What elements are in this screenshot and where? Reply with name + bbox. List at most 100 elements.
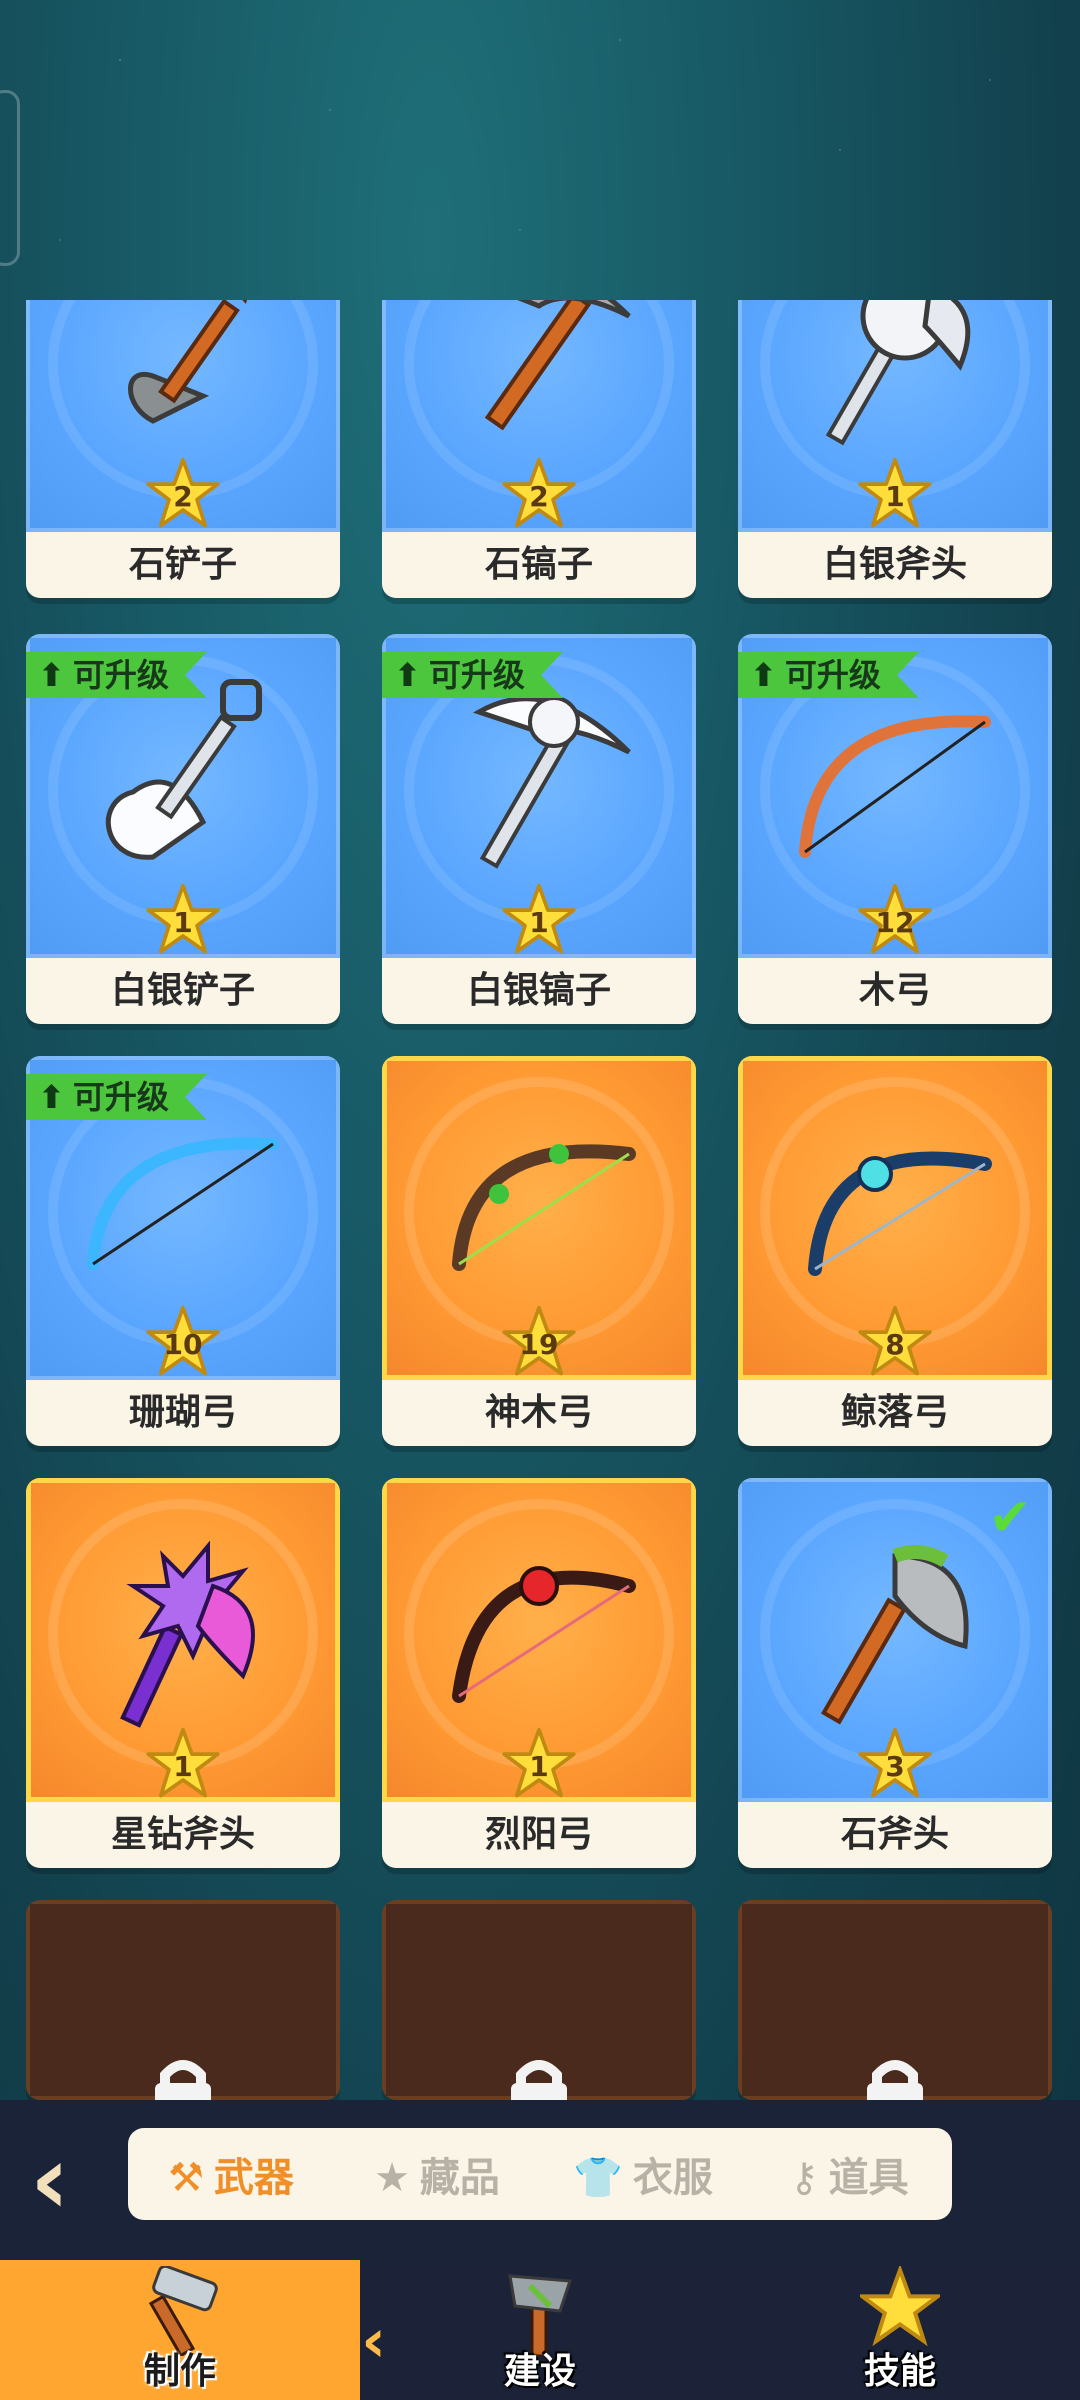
lock-icon [147, 2055, 219, 2100]
locked-item-card[interactable] [26, 1900, 340, 2100]
lock-icon [503, 2055, 575, 2100]
level-star-icon: 19 [501, 1304, 577, 1378]
stone-axe-icon [785, 1516, 1005, 1740]
item-card[interactable]: 1 白银斧头 [738, 300, 1052, 598]
category-tab[interactable]: 👕 衣服 [540, 2145, 746, 2203]
item-name: 星钻斧头 [26, 1802, 340, 1868]
up-arrow-icon: ⬆ [38, 656, 65, 694]
item-card-art: 1 [738, 300, 1052, 532]
back-chevron-icon[interactable]: ‹ [30, 2130, 110, 2230]
item-level: 10 [163, 1328, 203, 1361]
level-star-icon: 3 [857, 1726, 933, 1800]
side-drawer-handle[interactable] [0, 90, 20, 266]
item-card-art: 1 ⬆ 可升级 [26, 634, 340, 958]
item-name: 珊瑚弓 [26, 1380, 340, 1446]
level-star-icon: 1 [501, 1726, 577, 1800]
level-star-icon: 1 [857, 456, 933, 530]
category-tab[interactable]: ⚒ 武器 [128, 2145, 334, 2203]
stone-shovel-icon [83, 300, 283, 460]
nav-label: 制作 [143, 2351, 216, 2392]
upgrade-label: 可升级 [72, 1078, 169, 1116]
stone-pickaxe-icon [429, 300, 649, 470]
item-level: 19 [519, 1328, 559, 1361]
category-label: 衣服 [632, 2155, 713, 2201]
item-level: 2 [529, 480, 549, 513]
level-star-icon: 1 [145, 1726, 221, 1800]
item-card-art: 19 [382, 1056, 696, 1380]
star-icon [856, 2264, 944, 2350]
item-card[interactable]: 1 ⬆ 可升级 白银铲子 [26, 634, 340, 1024]
up-arrow-icon: ⬆ [750, 656, 777, 694]
item-card-art [382, 1900, 696, 2100]
locked-item-card[interactable] [738, 1900, 1052, 2100]
item-card[interactable]: 19 神木弓 [382, 1056, 696, 1446]
divine-wood-bow-icon [429, 1104, 649, 1308]
item-card[interactable]: 2 石铲子 [26, 300, 340, 598]
item-card-art: 1 [26, 1478, 340, 1802]
item-level: 1 [529, 1750, 549, 1783]
item-level: 3 [885, 1750, 905, 1783]
nav-label: 技能 [863, 2351, 936, 2392]
item-name: 鲸落弓 [738, 1380, 1052, 1446]
item-card-art: 2 [26, 300, 340, 532]
shirt-icon: 👕 [573, 2155, 623, 2201]
nav-label: 建设 [503, 2351, 576, 2392]
item-card-art: 1 ⬆ 可升级 [382, 634, 696, 958]
item-card-art [26, 1900, 340, 2100]
category-label: 藏品 [419, 2155, 500, 2201]
item-card[interactable]: 10 ⬆ 可升级珊瑚弓 [26, 1056, 340, 1446]
category-tab[interactable]: ⚷ 道具 [746, 2145, 952, 2203]
item-card-art: 1 [382, 1478, 696, 1802]
level-star-icon: 1 [501, 882, 577, 956]
wood-bow-icon [785, 682, 1005, 886]
nav-item[interactable]: 制作 ‹ [0, 2260, 386, 2400]
item-level: 12 [875, 906, 915, 939]
level-star-icon: 12 [857, 882, 933, 956]
item-name: 石斧头 [738, 1802, 1052, 1868]
item-name: 石铲子 [26, 532, 340, 598]
nav-item[interactable]: 建设 [360, 2260, 720, 2400]
category-area: ‹ ⚒ 武器 ★ 藏品 👕 衣服 ⚷ 道具 [0, 2100, 1080, 2260]
item-name: 白银镐子 [382, 958, 696, 1024]
item-level: 8 [885, 1328, 905, 1361]
key-icon: ⚷ [789, 2155, 819, 2201]
silver-pickaxe-icon [429, 672, 649, 896]
upgrade-label: 可升级 [72, 656, 169, 694]
item-name: 白银铲子 [26, 958, 340, 1024]
category-label: 道具 [828, 2155, 909, 2201]
locked-item-card[interactable] [382, 1900, 696, 2100]
coral-bow-icon [73, 1104, 293, 1308]
item-card-art [738, 1900, 1052, 2100]
item-card-art: 10 ⬆ 可升级 [26, 1056, 340, 1380]
item-card[interactable]: 1 烈阳弓 [382, 1478, 696, 1868]
item-grid[interactable]: 2 石铲子 2 石镐子 1 白银斧头 1 ⬆ 可升级 白银铲子 1 ⬆ 可升级 白银镐子 12 ⬆ 可升级 木弓 1… [0, 300, 1080, 2100]
item-name: 木弓 [738, 958, 1052, 1024]
upgrade-badge: ⬆ 可升级 [382, 652, 563, 698]
item-card-art: 12 ⬆ 可升级 [738, 634, 1052, 958]
item-level: 2 [173, 480, 193, 513]
nav-item[interactable]: 技能 [720, 2260, 1080, 2400]
category-tab[interactable]: ★ 藏品 [334, 2145, 540, 2203]
item-card[interactable]: 12 ⬆ 可升级木弓 [738, 634, 1052, 1024]
item-card[interactable]: 1 星钻斧头 [26, 1478, 340, 1868]
upgrade-badge: ⬆ 可升级 [738, 652, 919, 698]
item-card[interactable]: 8 鲸落弓 [738, 1056, 1052, 1446]
item-card[interactable]: 1 ⬆ 可升级白银镐子 [382, 634, 696, 1024]
up-arrow-icon: ⬆ [38, 1078, 65, 1116]
star-card-icon: ★ [374, 2155, 410, 2201]
level-star-icon: 8 [857, 1304, 933, 1378]
hammer-icon: ⚒ [168, 2155, 204, 2201]
checkmark-icon: ✔ [988, 1488, 1032, 1548]
level-star-icon: 10 [145, 1304, 221, 1378]
lock-icon [859, 2055, 931, 2100]
up-arrow-icon: ⬆ [394, 656, 421, 694]
item-name: 烈阳弓 [382, 1802, 696, 1868]
upgrade-badge: ⬆ 可升级 [26, 1074, 207, 1120]
item-card-art: 8 [738, 1056, 1052, 1380]
upgrade-label: 可升级 [784, 656, 881, 694]
item-name: 白银斧头 [738, 532, 1052, 598]
item-card-art: 3 ✔ [738, 1478, 1052, 1802]
item-card[interactable]: 3 ✔ 石斧头 [738, 1478, 1052, 1868]
category-label: 武器 [213, 2155, 294, 2201]
item-card[interactable]: 2 石镐子 [382, 300, 696, 598]
